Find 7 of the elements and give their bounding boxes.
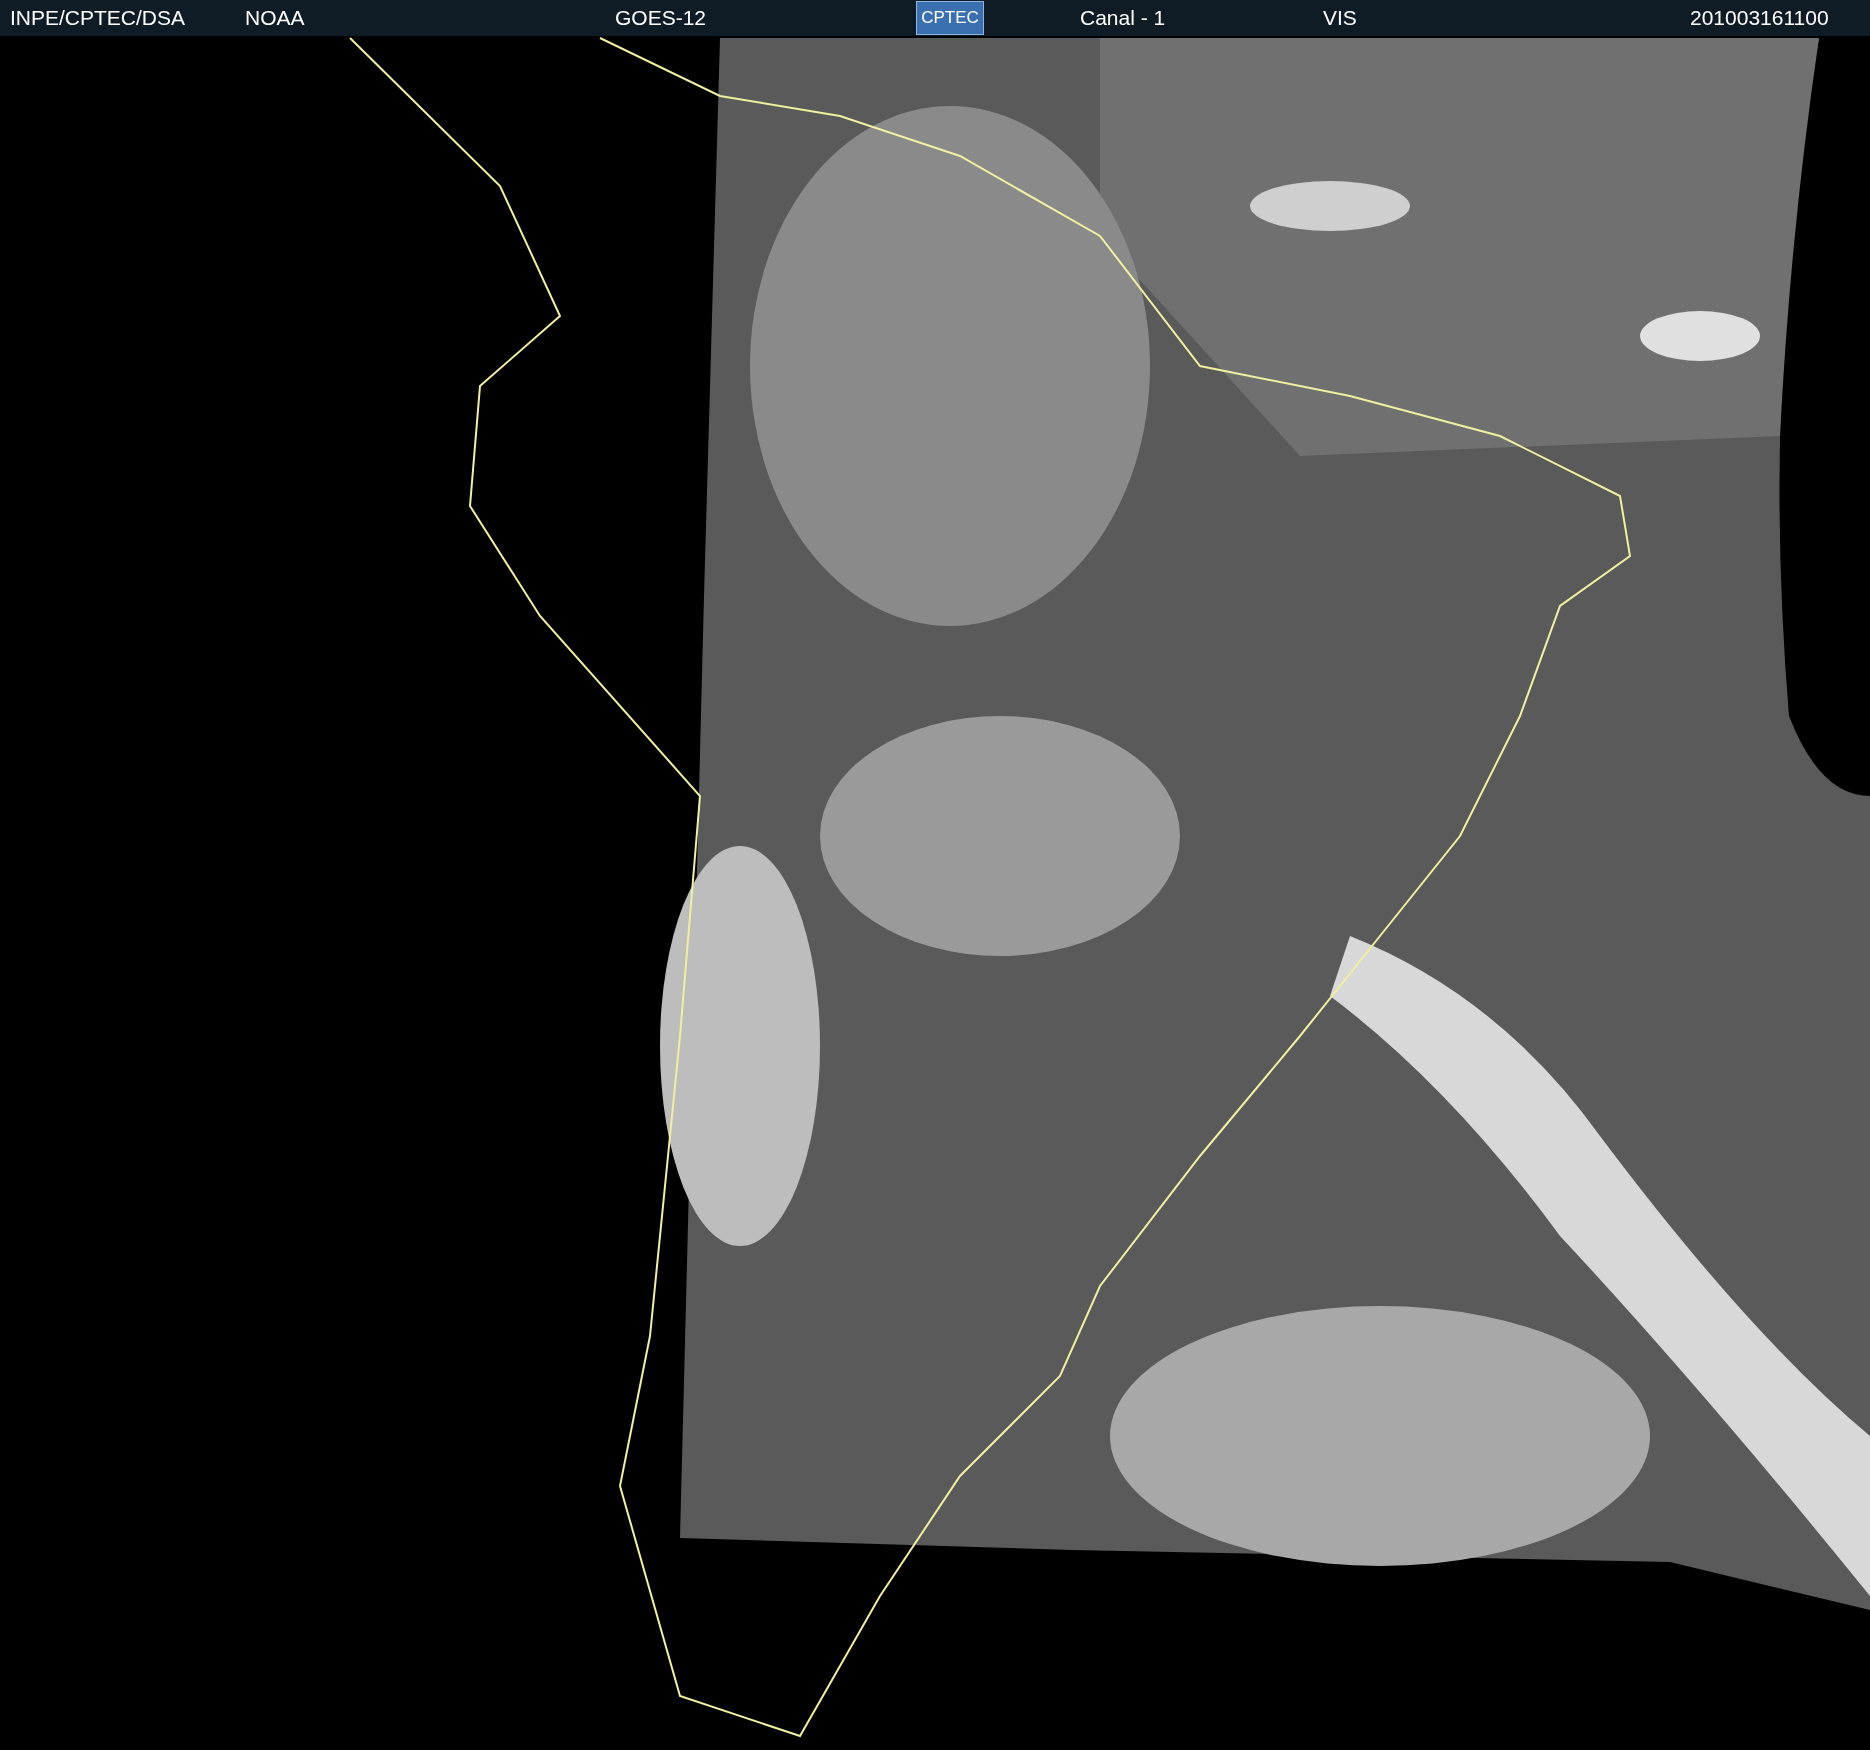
header-text: NOAA: [245, 6, 305, 30]
logo: CPTEC: [916, 1, 984, 35]
header-text: 201003161100: [1690, 6, 1829, 30]
header-text: VIS: [1323, 6, 1357, 30]
header-text: Canal - 1: [1080, 6, 1166, 30]
header-text: INPE/CPTEC/DSA: [10, 6, 186, 30]
header-text: GOES-12: [615, 6, 707, 30]
